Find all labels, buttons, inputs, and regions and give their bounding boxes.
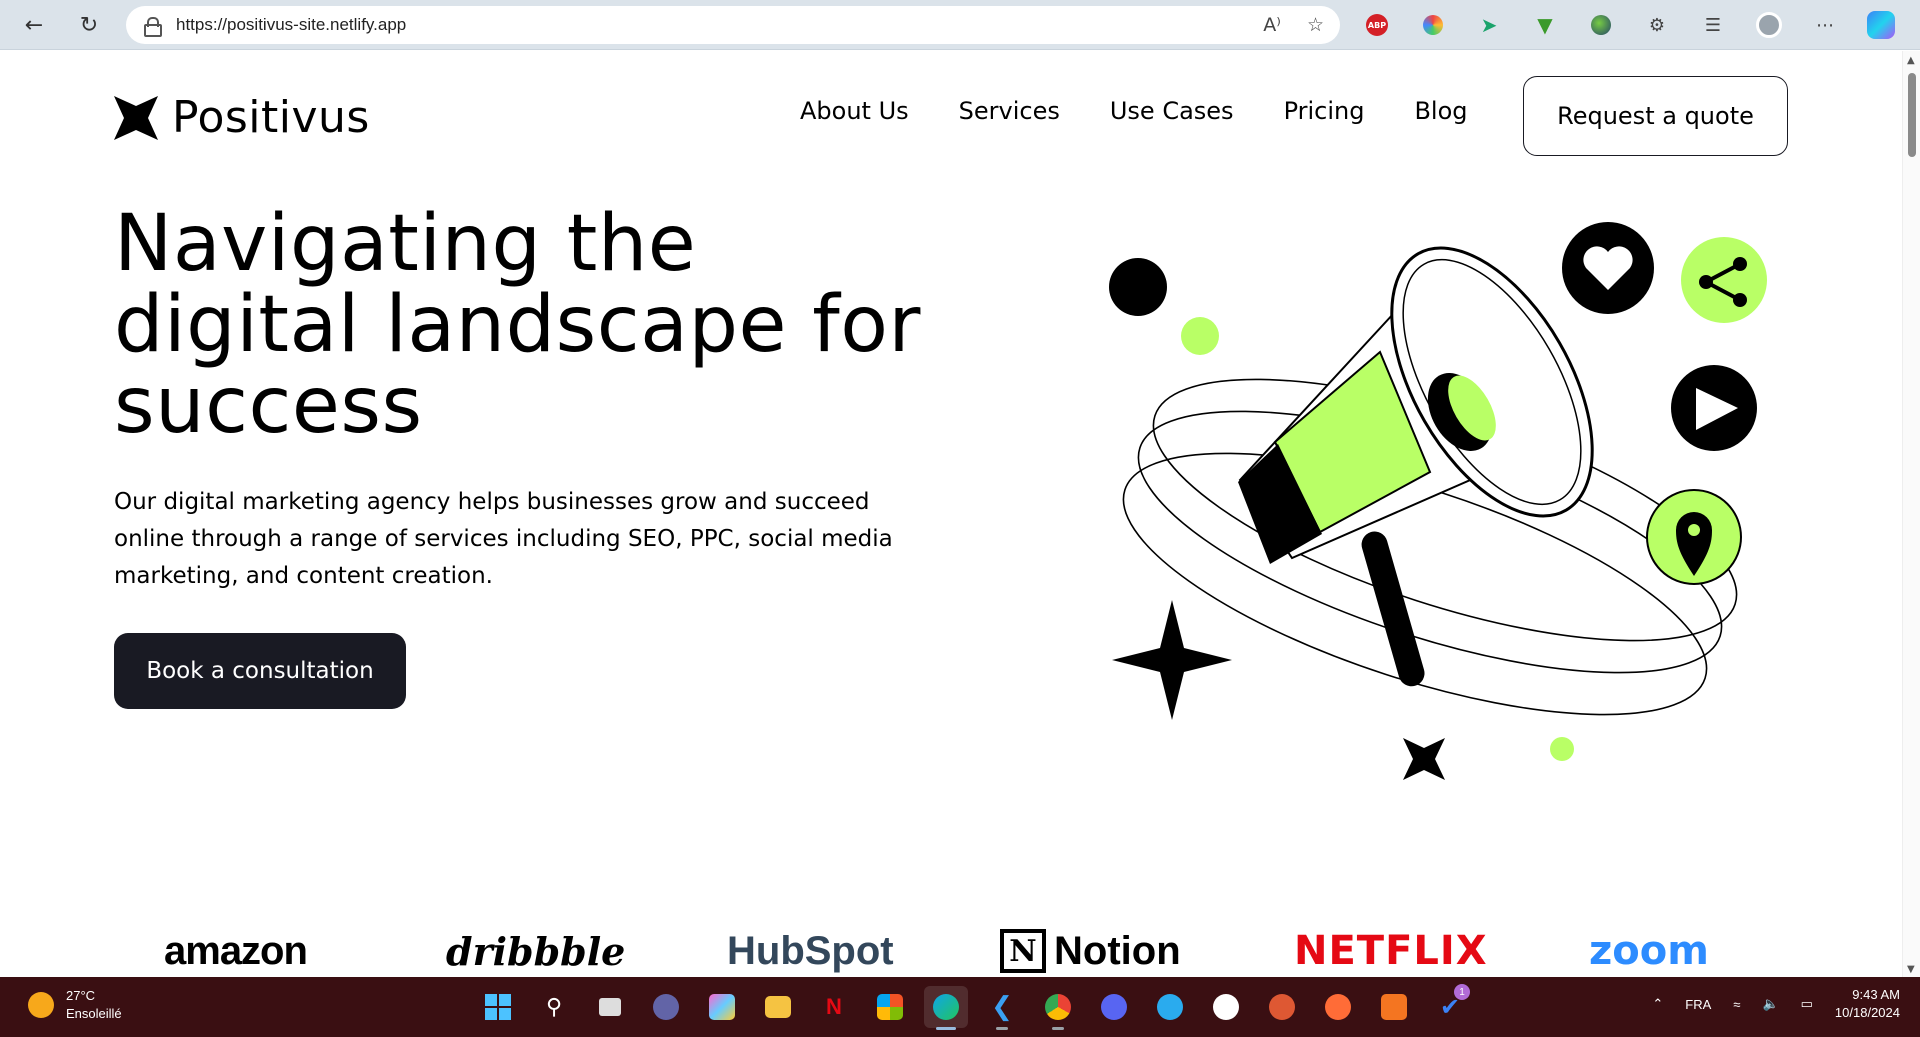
address-bar[interactable]: https://positivus-site.netlify.app A⁾ ☆ — [126, 6, 1340, 44]
sparkle-star-icon — [1112, 600, 1232, 720]
play-icon — [1671, 365, 1757, 451]
read-aloud-icon[interactable]: A⁾ — [1263, 14, 1281, 36]
scroll-up-arrow-icon[interactable]: ▲ — [1907, 55, 1915, 66]
netflix-logo: NETFLIX — [1294, 928, 1488, 974]
volume-icon[interactable]: 🔈 — [1762, 996, 1778, 1012]
hero-title: Navigating the digital landscape for suc… — [114, 199, 921, 451]
green-dot-small-icon — [1550, 737, 1574, 761]
main-nav: About Us Services Use Cases Pricing Blog — [800, 97, 1468, 125]
edge-browser-icon[interactable] — [924, 986, 968, 1030]
nav-blog[interactable]: Blog — [1414, 97, 1467, 125]
telegram-icon[interactable] — [1148, 986, 1192, 1028]
teams-chat-icon[interactable] — [644, 986, 688, 1028]
heart-icon — [1562, 222, 1654, 314]
amazon-logo: amazon — [164, 928, 308, 973]
duckduckgo-icon[interactable] — [1260, 986, 1304, 1028]
adblock-extension-icon[interactable]: ABP — [1360, 8, 1394, 42]
microsoft-store-icon[interactable] — [868, 986, 912, 1028]
green-dot-icon — [1181, 317, 1219, 355]
profile-avatar-icon[interactable] — [1752, 8, 1786, 42]
reload-icon[interactable]: ↻ — [71, 7, 107, 43]
windows-start-icon[interactable] — [476, 986, 520, 1028]
chrome-icon[interactable] — [1036, 986, 1080, 1030]
language-indicator[interactable]: FRA — [1685, 997, 1711, 1012]
scroll-thumb[interactable] — [1908, 73, 1916, 157]
megaphone-illustration — [1109, 222, 1767, 780]
tray-chevron-up-icon[interactable]: ⌃ — [1652, 996, 1663, 1012]
browser-toolbar: ← ↻ https://positivus-site.netlify.app A… — [0, 0, 1920, 50]
notion-mark-icon: N — [1000, 929, 1046, 973]
location-pin-icon — [1646, 489, 1742, 585]
green-bird-extension-icon[interactable]: ➤ — [1472, 8, 1506, 42]
scroll-down-arrow-icon[interactable]: ▼ — [1907, 964, 1915, 975]
extensions-puzzle-icon[interactable]: ⚙ — [1640, 8, 1674, 42]
more-menu-icon[interactable]: ⋯ — [1808, 8, 1842, 42]
notion-logo: N Notion — [1000, 925, 1181, 977]
favorites-icon[interactable]: ☰ — [1696, 8, 1730, 42]
url-text[interactable]: https://positivus-site.netlify.app — [176, 15, 406, 35]
system-tray: ⌃ FRA ≈ 🔈 ▭ 9:43 AM 10/18/2024 — [1652, 986, 1900, 1022]
search-icon[interactable]: ⚲ — [532, 986, 576, 1028]
color-extension-icon[interactable] — [1416, 8, 1450, 42]
notification-badge: 1 — [1454, 984, 1470, 1000]
client-logos: amazon dribbble HubSpot N Notion NETFLIX… — [0, 925, 1900, 977]
crunchyroll-icon[interactable] — [1372, 986, 1416, 1028]
file-explorer-icon[interactable] — [756, 986, 800, 1028]
windows-taskbar: 27°C Ensoleillé ⚲ N ❮ ✔ 1 ⌃ FRA ≈ 🔈 ▭ 9:4… — [0, 977, 1920, 1037]
postman-icon[interactable] — [1316, 986, 1360, 1028]
clock[interactable]: 9:43 AM 10/18/2024 — [1835, 986, 1900, 1022]
black-dot-icon — [1109, 258, 1167, 316]
book-consultation-button[interactable]: Book a consultation — [114, 633, 406, 709]
dribbble-logo: dribbble — [446, 928, 626, 974]
small-star-icon — [1403, 738, 1445, 780]
todo-app-icon[interactable]: ✔ 1 — [1428, 984, 1472, 1028]
date: 10/18/2024 — [1834, 1005, 1900, 1020]
request-quote-button[interactable]: Request a quote — [1523, 76, 1788, 156]
nav-use-cases[interactable]: Use Cases — [1110, 97, 1234, 125]
globe-extension-icon[interactable] — [1584, 8, 1618, 42]
hubspot-logo: HubSpot — [727, 928, 894, 973]
favorite-star-icon[interactable]: ☆ — [1307, 14, 1324, 36]
copilot-taskbar-icon[interactable] — [700, 986, 744, 1028]
weather-condition: Ensoleillé — [66, 1006, 122, 1021]
zoom-logo: zoom — [1589, 928, 1709, 974]
mongodb-compass-icon[interactable] — [1204, 986, 1248, 1028]
discord-icon[interactable] — [1092, 986, 1136, 1028]
nav-about-us[interactable]: About Us — [800, 97, 909, 125]
time: 9:43 AM — [1852, 987, 1900, 1002]
back-arrow-icon[interactable]: ← — [16, 7, 52, 43]
share-icon — [1681, 237, 1767, 323]
nav-pricing[interactable]: Pricing — [1284, 97, 1365, 125]
positivus-star-logo-icon — [114, 95, 158, 140]
sun-icon — [28, 992, 54, 1018]
copilot-icon[interactable] — [1864, 8, 1898, 42]
task-view-icon[interactable] — [588, 986, 632, 1028]
site-logo[interactable]: Positivus — [114, 92, 370, 143]
download-extension-icon[interactable]: ▼ — [1528, 8, 1562, 42]
page-scrollbar[interactable]: ▲ ▼ — [1902, 51, 1920, 977]
temperature: 27°C — [66, 988, 96, 1003]
weather-widget[interactable]: 27°C Ensoleillé — [28, 987, 122, 1023]
battery-icon[interactable]: ▭ — [1801, 996, 1813, 1012]
hero-description: Our digital marketing agency helps busin… — [114, 489, 893, 589]
vscode-icon[interactable]: ❮ — [980, 986, 1024, 1030]
wifi-icon[interactable]: ≈ — [1733, 997, 1740, 1012]
logo-text: Positivus — [172, 92, 370, 143]
netflix-app-icon[interactable]: N — [812, 986, 856, 1028]
nav-services[interactable]: Services — [959, 97, 1060, 125]
notion-text: Notion — [1054, 928, 1181, 973]
lock-icon[interactable] — [144, 17, 162, 37]
